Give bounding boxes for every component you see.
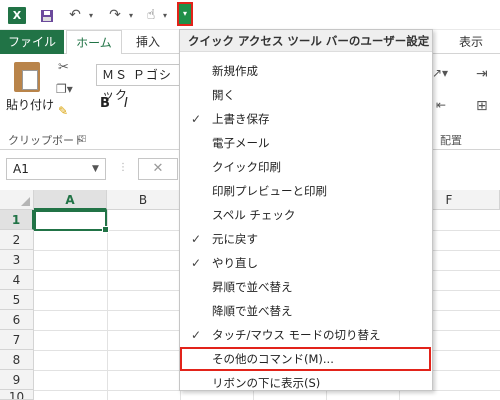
column-header-b[interactable]: B (107, 190, 180, 210)
name-box-dropdown-icon[interactable]: ▼ (92, 158, 99, 180)
row-header-3[interactable]: 3 (0, 250, 34, 270)
menu-item-sort-descending[interactable]: 降順で並べ替え (180, 299, 432, 323)
font-name-select[interactable]: ＭＳ Ｐゴシック (96, 64, 182, 102)
menu-item-sort-ascending[interactable]: 昇順で並べ替え (180, 275, 432, 299)
menu-item-spell-check[interactable]: スペル チェック (180, 203, 432, 227)
menu-item-label: クイック印刷 (212, 160, 281, 174)
row-header-1[interactable]: 1 (0, 210, 34, 230)
menu-item-show-below-ribbon[interactable]: リボンの下に表示(S) (180, 371, 432, 395)
excel-logo-icon: X (8, 7, 26, 24)
tab-file[interactable]: ファイル (0, 30, 64, 54)
menu-item-new[interactable]: 新規作成 (180, 59, 432, 83)
undo-icon[interactable]: ↶ (66, 6, 84, 25)
selected-cell-a1[interactable] (34, 210, 109, 233)
merge-cells-icon[interactable]: ⊞ (476, 98, 488, 114)
row-header-2[interactable]: 2 (0, 230, 34, 250)
check-icon: ✓ (191, 112, 202, 126)
menu-item-label: 新規作成 (212, 64, 258, 78)
wrap-text-icon[interactable]: ⇥ (476, 66, 488, 82)
menu-item-label: 上書き保存 (212, 112, 270, 126)
check-icon: ✓ (191, 256, 202, 270)
bold-button[interactable]: B (100, 96, 110, 111)
customize-qat-menu: クイック アクセス ツール バーのユーザー設定 新規作成 開く ✓ 上書き保存 電… (179, 29, 433, 391)
row-header-7[interactable]: 7 (0, 330, 34, 350)
paste-icon[interactable] (14, 62, 40, 92)
orientation-icon[interactable]: ↗▾ (432, 66, 448, 80)
row-header-4[interactable]: 4 (0, 270, 34, 290)
menu-item-label: スペル チェック (212, 208, 296, 222)
row-header-5[interactable]: 5 (0, 290, 34, 310)
menu-item-open[interactable]: 開く (180, 83, 432, 107)
menu-item-email[interactable]: 電子メール (180, 131, 432, 155)
menu-item-more-commands[interactable]: その他のコマンド(M)... (180, 347, 431, 371)
menu-item-label: 印刷プレビューと印刷 (212, 184, 327, 198)
check-icon: ✓ (191, 328, 202, 342)
quick-access-toolbar: X ↶ ▾ ↷ ▾ ☝ ▾ ▾ (0, 0, 500, 30)
save-icon[interactable] (38, 6, 56, 25)
dialog-launcher-icon[interactable]: ◲ (78, 134, 87, 144)
copy-icon[interactable]: ❐▾ (56, 82, 73, 96)
check-icon: ✓ (191, 232, 202, 246)
menu-item-undo[interactable]: ✓ 元に戻す (180, 227, 432, 251)
tab-view[interactable]: 表示 (446, 30, 496, 54)
row-header-8[interactable]: 8 (0, 350, 34, 370)
cancel-icon[interactable]: ✕ (138, 158, 178, 180)
redo-dropdown-icon[interactable]: ▾ (126, 6, 136, 25)
clipboard-group-label: クリップボード (8, 134, 85, 147)
touch-dropdown-icon[interactable]: ▾ (160, 6, 170, 25)
redo-icon[interactable]: ↷ (106, 6, 124, 25)
row-header-9[interactable]: 9 (0, 370, 34, 390)
row-header-10[interactable]: 10 (0, 390, 34, 400)
row-header-6[interactable]: 6 (0, 310, 34, 330)
menu-item-quick-print[interactable]: クイック印刷 (180, 155, 432, 179)
menu-item-label: 昇順で並べ替え (212, 280, 293, 294)
menu-item-label: 開く (212, 88, 235, 102)
column-header-a[interactable]: A (34, 190, 107, 210)
touch-mode-icon[interactable]: ☝ (142, 6, 160, 25)
menu-item-print-preview[interactable]: 印刷プレビューと印刷 (180, 179, 432, 203)
menu-item-touch-mode[interactable]: ✓ タッチ/マウス モードの切り替え (180, 323, 432, 347)
tab-home[interactable]: ホーム (66, 30, 122, 55)
indent-icon[interactable]: ⇤ (436, 98, 446, 112)
menu-item-label: 電子メール (212, 136, 270, 150)
alignment-group-label: 配置 (440, 134, 462, 147)
menu-item-redo[interactable]: ✓ やり直し (180, 251, 432, 275)
menu-item-save[interactable]: ✓ 上書き保存 (180, 107, 432, 131)
customize-qat-button[interactable]: ▾ (177, 2, 193, 26)
resize-handle-icon[interactable]: ⋮ (118, 162, 128, 173)
menu-item-label: 元に戻す (212, 232, 258, 246)
name-box[interactable]: A1 (6, 158, 106, 180)
menu-title: クイック アクセス ツール バーのユーザー設定 (180, 30, 432, 52)
tab-insert[interactable]: 挿入 (128, 30, 168, 54)
menu-item-label: 降順で並べ替え (212, 304, 293, 318)
select-all-corner[interactable] (0, 190, 34, 210)
format-painter-icon[interactable]: ✎ (58, 104, 68, 118)
menu-item-label: その他のコマンド(M)... (212, 352, 334, 366)
cut-icon[interactable]: ✂ (58, 60, 69, 75)
menu-item-label: リボンの下に表示(S) (212, 376, 321, 390)
paste-button-label[interactable]: 貼り付け (6, 96, 54, 113)
menu-item-label: やり直し (212, 256, 258, 270)
undo-dropdown-icon[interactable]: ▾ (86, 6, 96, 25)
italic-button[interactable]: I (124, 96, 128, 111)
menu-item-label: タッチ/マウス モードの切り替え (212, 328, 381, 342)
grid-line (107, 210, 108, 400)
